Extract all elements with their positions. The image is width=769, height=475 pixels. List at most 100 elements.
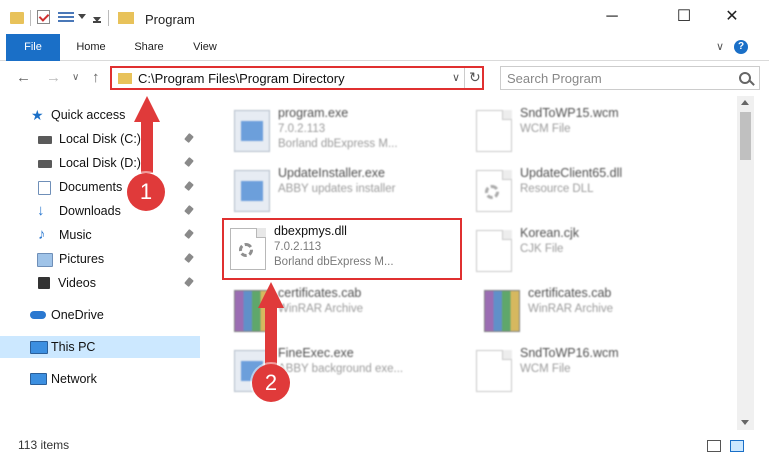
- sidebar-item-pictures[interactable]: Pictures: [0, 248, 200, 270]
- sidebar-item-documents[interactable]: Documents: [0, 176, 200, 198]
- file-name: UpdateInstaller.exe: [278, 166, 386, 180]
- sidebar-item-label: Documents: [59, 180, 123, 194]
- address-divider: [464, 68, 465, 88]
- folder-icon: [118, 73, 132, 84]
- tab-view[interactable]: View: [184, 34, 226, 60]
- file-name: program.exe: [278, 106, 349, 120]
- address-path[interactable]: C:\Program Files\Program Directory: [138, 71, 345, 86]
- arrow-up-icon: [134, 96, 160, 122]
- expand-ribbon-icon[interactable]: ∨: [716, 40, 724, 53]
- status-bar: 113 items: [0, 430, 769, 460]
- sidebar-item-label: Quick access: [51, 108, 126, 122]
- sidebar-item-quick-access[interactable]: ★ Quick access: [0, 104, 200, 126]
- toolbar-divider: [30, 10, 31, 26]
- minimize-button[interactable]: ─: [589, 0, 635, 34]
- arrow-shaft: [265, 307, 277, 365]
- search-icon[interactable]: [739, 72, 751, 84]
- sidebar-item-downloads[interactable]: ↓ Downloads: [0, 200, 200, 222]
- file-name: FineExec.exe: [278, 346, 354, 360]
- sidebar-item-onedrive[interactable]: OneDrive: [0, 304, 200, 326]
- exe-icon: [234, 110, 270, 152]
- file-detail: Borland dbExpress M...: [278, 138, 398, 150]
- address-dropdown-icon[interactable]: ∨: [452, 71, 460, 84]
- folder-icon: [118, 12, 134, 24]
- file-name: certificates.cab: [278, 286, 362, 300]
- winrar-icon: [484, 290, 520, 332]
- file-item[interactable]: program.exe 7.0.2.113 Borland dbExpress …: [230, 104, 470, 160]
- app-icon: [234, 170, 270, 212]
- file-detail: WCM File: [520, 123, 571, 135]
- file-detail: CJK File: [520, 243, 564, 255]
- file-item[interactable]: SndToWP16.wcm WCM File: [472, 344, 712, 400]
- tab-home[interactable]: Home: [68, 34, 114, 60]
- help-icon[interactable]: ?: [734, 40, 748, 54]
- maximize-button[interactable]: ☐: [661, 0, 707, 34]
- customize-toolbar-icon[interactable]: [93, 13, 101, 23]
- pin-icon[interactable]: [184, 229, 194, 239]
- new-folder-icon[interactable]: [58, 10, 74, 24]
- file-name: certificates.cab: [528, 286, 612, 300]
- videos-icon: [38, 277, 50, 289]
- file-detail: WCM File: [520, 363, 571, 375]
- file-detail: WinRAR Archive: [278, 303, 363, 315]
- drive-icon: [38, 136, 52, 144]
- refresh-icon[interactable]: ↻: [469, 69, 481, 86]
- pin-icon[interactable]: [184, 253, 194, 263]
- file-name: SndToWP15.wcm: [520, 106, 619, 120]
- forward-arrow-icon[interactable]: →: [46, 69, 61, 86]
- music-icon: ♪: [38, 226, 46, 243]
- sidebar-item-videos[interactable]: Videos: [0, 272, 200, 294]
- scroll-up-icon[interactable]: [741, 100, 749, 105]
- sidebar-item-network[interactable]: Network: [0, 368, 200, 390]
- properties-check-icon[interactable]: [37, 10, 50, 24]
- file-item[interactable]: UpdateInstaller.exe ABBY updates install…: [230, 164, 470, 220]
- file-item[interactable]: certificates.cab WinRAR Archive: [480, 284, 720, 340]
- up-arrow-icon[interactable]: ↑: [92, 69, 100, 86]
- file-item[interactable]: UpdateClient65.dll Resource DLL: [472, 164, 712, 220]
- sidebar-item-label: Local Disk (C:): [59, 132, 141, 146]
- file-name: UpdateClient65.dll: [520, 166, 623, 180]
- pin-icon[interactable]: [184, 157, 194, 167]
- window-title: Program: [145, 12, 195, 27]
- highlight-box: [222, 218, 462, 280]
- tab-share[interactable]: Share: [124, 34, 174, 60]
- recent-locations-icon[interactable]: ∨: [72, 72, 79, 83]
- star-icon: ★: [31, 107, 44, 123]
- scroll-down-icon[interactable]: [741, 420, 749, 425]
- navigation-bar: ← → ∨ ↑ C:\Program Files\Program Directo…: [0, 61, 769, 95]
- cloud-icon: [30, 311, 46, 319]
- dll-icon: [476, 170, 512, 212]
- file-name: SndToWP16.wcm: [520, 346, 619, 360]
- pin-icon[interactable]: [184, 205, 194, 215]
- details-view-icon[interactable]: [707, 440, 721, 452]
- gear-icon: [485, 185, 499, 199]
- close-button[interactable]: ✕: [709, 0, 755, 34]
- search-placeholder: Search Program: [507, 71, 602, 86]
- scrollbar-thumb[interactable]: [740, 112, 751, 160]
- chevron-down-icon[interactable]: [78, 14, 86, 19]
- file-detail: Resource DLL: [520, 183, 594, 195]
- file-detail: ABBY background exe...: [278, 363, 404, 375]
- toolbar-divider: [108, 10, 109, 26]
- search-input[interactable]: Search Program: [500, 66, 760, 90]
- pin-icon[interactable]: [184, 181, 194, 191]
- sidebar-item-local-disk-c[interactable]: Local Disk (C:): [0, 128, 200, 150]
- pin-icon[interactable]: [184, 277, 194, 287]
- back-arrow-icon[interactable]: ←: [16, 69, 31, 86]
- pictures-icon: [37, 253, 53, 267]
- drive-icon: [38, 160, 52, 168]
- sidebar-item-music[interactable]: ♪ Music: [0, 224, 200, 246]
- vertical-scrollbar[interactable]: [737, 96, 754, 430]
- tiles-view-icon[interactable]: [730, 440, 744, 452]
- address-bar[interactable]: C:\Program Files\Program Directory ∨ ↻: [110, 66, 484, 90]
- folder-icon: [10, 12, 24, 24]
- sidebar-item-label: Videos: [58, 276, 96, 290]
- sidebar-item-this-pc[interactable]: This PC: [0, 336, 200, 358]
- file-item[interactable]: SndToWP15.wcm WCM File: [472, 104, 712, 160]
- sidebar-item-local-disk-d[interactable]: Local Disk (D:): [0, 152, 200, 174]
- sidebar-item-label: Network: [51, 372, 97, 386]
- sidebar-item-label: OneDrive: [51, 308, 104, 322]
- document-icon: [476, 350, 512, 392]
- file-item[interactable]: Korean.cjk CJK File: [472, 224, 712, 280]
- pin-icon[interactable]: [184, 133, 194, 143]
